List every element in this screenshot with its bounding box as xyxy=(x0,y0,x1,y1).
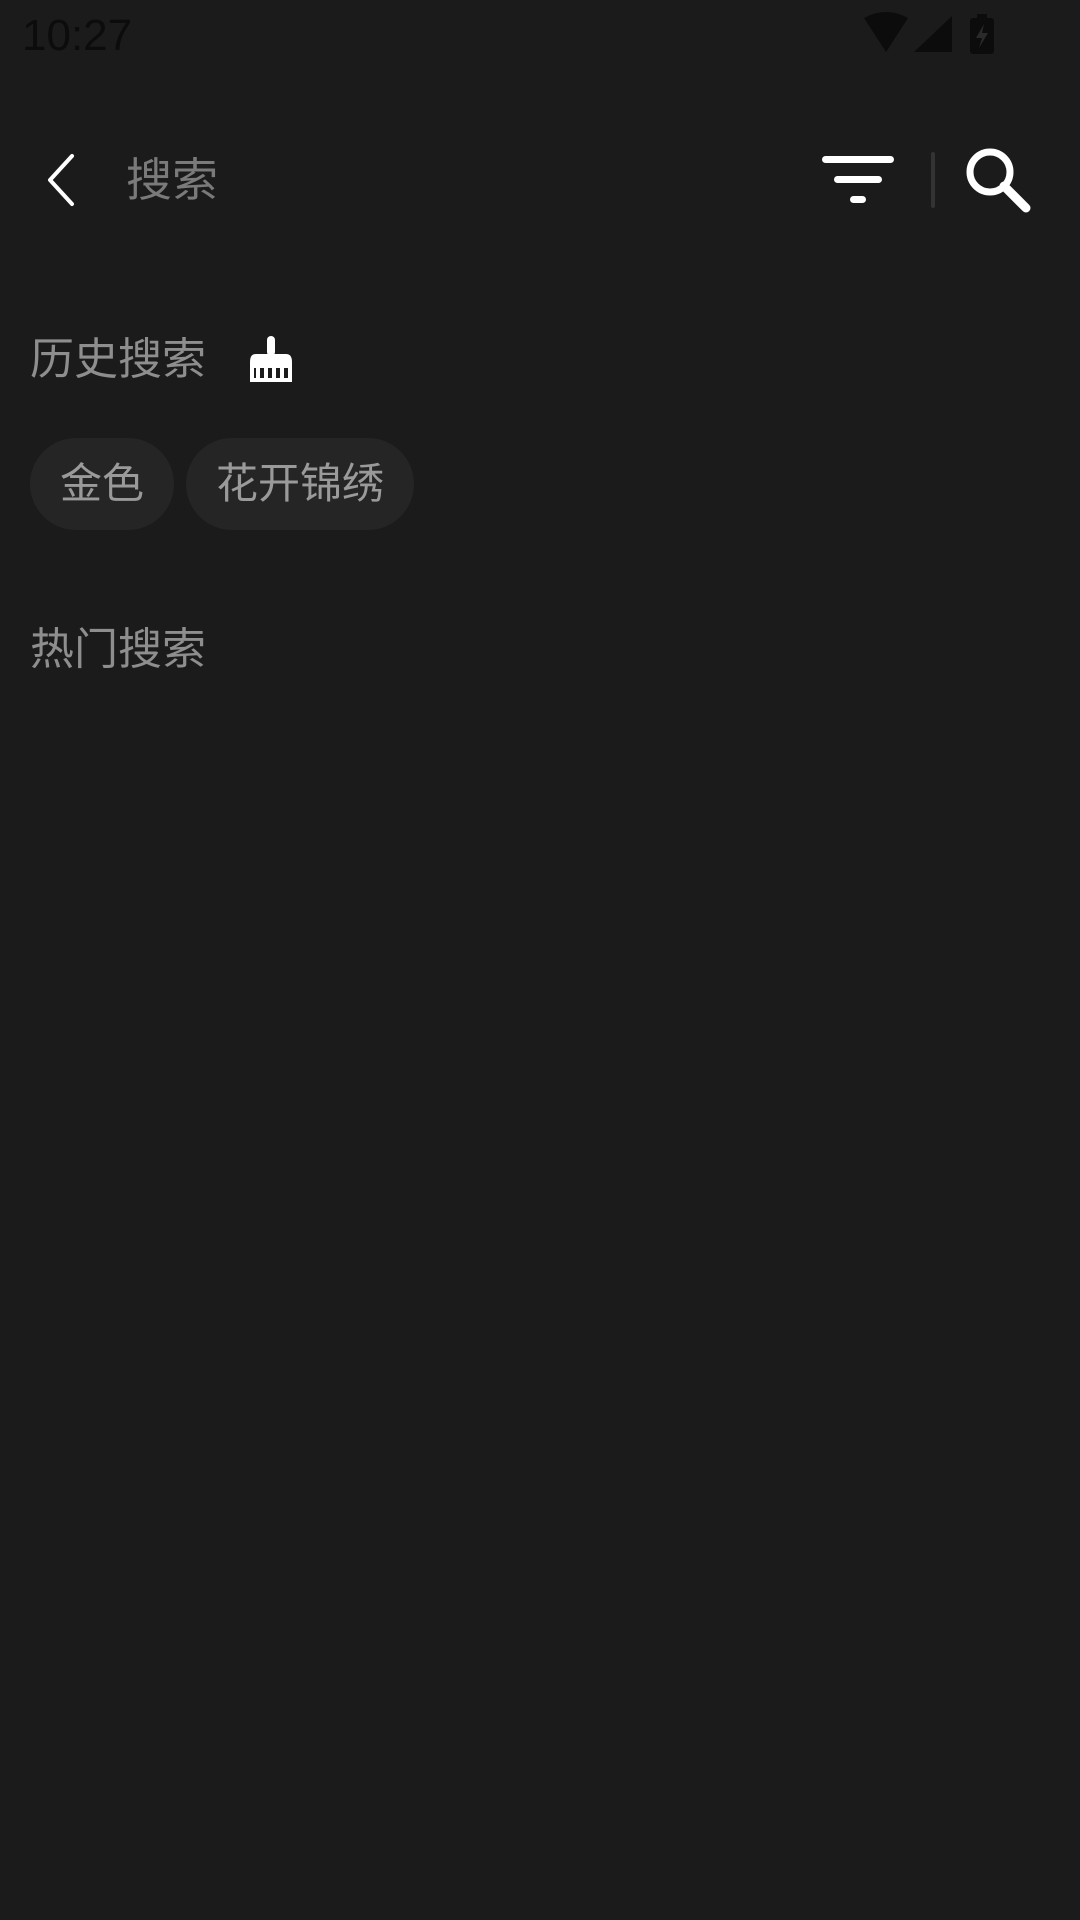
filter-icon xyxy=(822,156,894,203)
search-bar xyxy=(0,120,1080,240)
search-screen: 10:27 搜索 历史搜索 金色 花开锦绣 热门搜索 xyxy=(0,0,1080,1920)
clear-history-button[interactable] xyxy=(246,334,296,386)
chevron-left-icon xyxy=(48,154,74,206)
hot-section-title: 热门搜索 xyxy=(30,624,206,675)
battery-charging-icon xyxy=(970,14,994,54)
signal-icon xyxy=(914,16,952,52)
search-icon xyxy=(966,148,1031,213)
status-bar: 10:27 xyxy=(0,0,1080,72)
history-chips: 金色 花开锦绣 xyxy=(30,438,415,530)
filter-button[interactable] xyxy=(816,152,900,208)
toolbar-divider xyxy=(931,152,935,208)
status-icons xyxy=(864,12,994,54)
history-chip[interactable]: 金色 xyxy=(30,438,175,530)
broom-icon xyxy=(250,336,292,382)
search-button[interactable] xyxy=(962,144,1034,216)
wifi-icon xyxy=(864,12,908,52)
back-button[interactable] xyxy=(30,148,94,212)
history-chip[interactable]: 花开锦绣 xyxy=(186,438,415,530)
search-input[interactable] xyxy=(126,142,776,218)
history-section-title: 历史搜索 xyxy=(30,334,206,385)
status-time: 10:27 xyxy=(22,11,133,60)
